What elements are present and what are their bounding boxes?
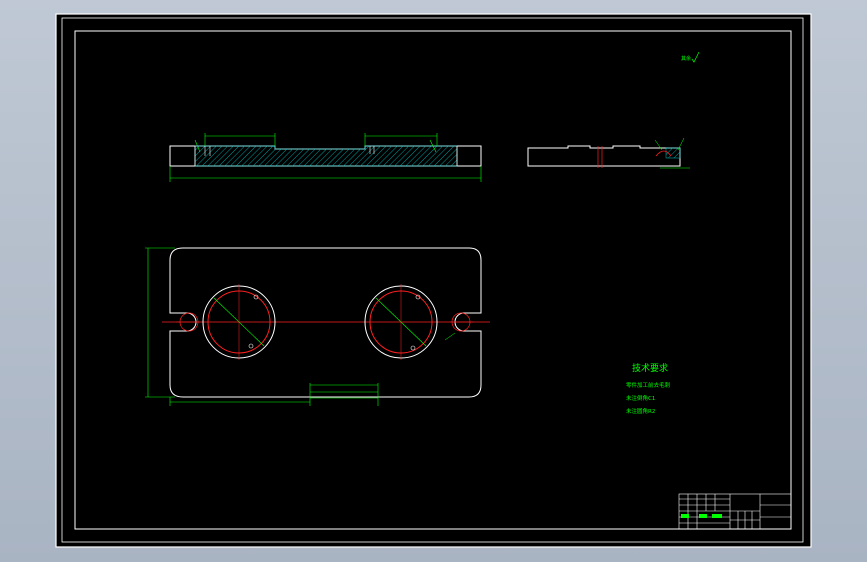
tech-requirement-3: 未注圆角R2 xyxy=(626,407,655,415)
cad-viewport: 其余 技术要求 零件加工前去毛刺 未注倒角C1 未注圆角R2 xyxy=(55,13,812,548)
tech-requirement-1: 零件加工前去毛刺 xyxy=(626,381,671,389)
tech-requirement-2: 未注倒角C1 xyxy=(626,394,655,402)
tech-requirements-title: 技术要求 xyxy=(632,362,668,374)
drawing-sheet xyxy=(55,13,812,548)
front-view-hatch xyxy=(194,145,458,167)
roughness-label: 其余 xyxy=(681,55,691,62)
